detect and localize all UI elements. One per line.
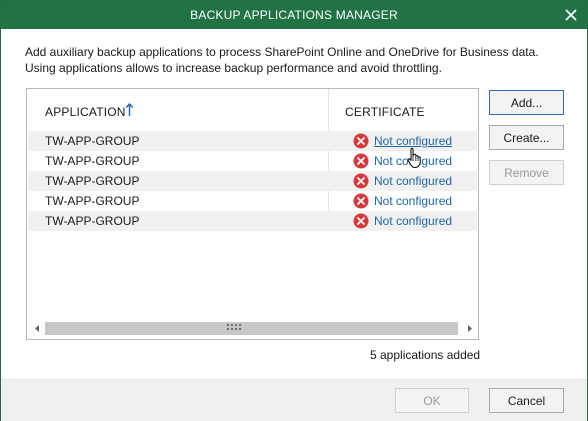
- remove-button[interactable]: Remove: [489, 160, 564, 185]
- intro-text: Add auxiliary backup applications to pro…: [25, 45, 539, 75]
- application-name: TW-APP-GROUP: [45, 214, 140, 228]
- error-x-circle-icon: [353, 193, 369, 209]
- certificate-link[interactable]: Not configured: [374, 214, 452, 228]
- table-row[interactable]: TW-APP-GROUP Not configured: [28, 211, 477, 231]
- arrow-up-icon: [125, 103, 134, 116]
- application-name: TW-APP-GROUP: [45, 154, 140, 168]
- error-x-circle-icon: [353, 133, 369, 149]
- certificate-link[interactable]: Not configured: [374, 134, 452, 148]
- ok-button[interactable]: OK: [395, 388, 469, 413]
- application-name: TW-APP-GROUP: [45, 134, 140, 148]
- grip-dots-icon: [227, 324, 241, 330]
- applications-count: 5 applications added: [370, 348, 481, 362]
- error-x-circle-icon: [353, 153, 369, 169]
- applications-grid: APPLICATION CERTIFICATE TW-APP-GROUP Not…: [26, 88, 479, 340]
- title-bar: BACKUP APPLICATIONS MANAGER: [1, 1, 587, 29]
- application-name: TW-APP-GROUP: [45, 174, 140, 188]
- grid-rows: TW-APP-GROUP Not configured TW-APP-GROUP…: [28, 131, 477, 231]
- table-row[interactable]: TW-APP-GROUP Not configured: [28, 191, 477, 211]
- scroll-left-icon[interactable]: [32, 323, 43, 334]
- application-name: TW-APP-GROUP: [45, 194, 140, 208]
- scrollbar-thumb[interactable]: [45, 322, 458, 335]
- dialog-title: BACKUP APPLICATIONS MANAGER: [190, 8, 398, 22]
- column-header-certificate[interactable]: CERTIFICATE: [345, 105, 425, 119]
- horizontal-scrollbar[interactable]: [28, 320, 477, 337]
- column-header-application[interactable]: APPLICATION: [45, 105, 126, 119]
- cancel-button[interactable]: Cancel: [489, 388, 564, 413]
- hand-pointer-cursor-icon: [407, 147, 421, 168]
- add-button[interactable]: Add...: [489, 90, 564, 115]
- certificate-link[interactable]: Not configured: [374, 194, 452, 208]
- table-row[interactable]: TW-APP-GROUP Not configured: [28, 171, 477, 191]
- backup-applications-manager-dialog: BACKUP APPLICATIONS MANAGER Add auxiliar…: [0, 0, 588, 421]
- scroll-right-icon[interactable]: [464, 323, 475, 334]
- certificate-link[interactable]: Not configured: [374, 174, 452, 188]
- error-x-circle-icon: [353, 173, 369, 189]
- create-button[interactable]: Create...: [489, 125, 564, 150]
- close-icon[interactable]: [561, 5, 581, 25]
- error-x-circle-icon: [353, 213, 369, 229]
